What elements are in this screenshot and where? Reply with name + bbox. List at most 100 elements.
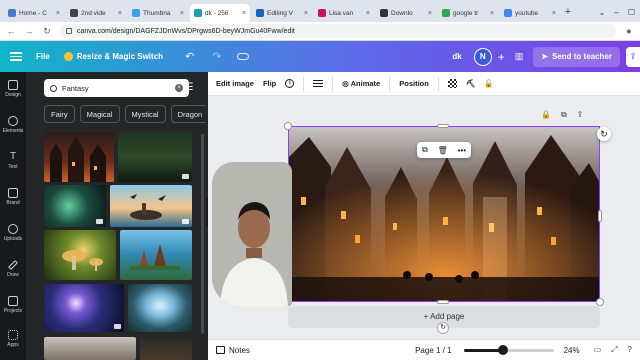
image-thumbnail[interactable]	[44, 230, 116, 280]
more-options-icon[interactable]: •••	[458, 146, 466, 155]
page-indicator[interactable]: Page 1 / 1	[415, 346, 451, 355]
rail-item-brand[interactable]: Brand	[0, 188, 26, 206]
url-input[interactable]: canva.com/design/DAGFZJDnWvs/DPrgws6D-be…	[60, 24, 616, 38]
image-thumbnail[interactable]	[44, 284, 124, 332]
tab-close-icon[interactable]: ×	[428, 10, 432, 17]
chip-magical[interactable]: Magical	[79, 105, 120, 123]
analytics-icon[interactable]: ▥	[515, 51, 524, 62]
resize-handle[interactable]	[284, 122, 292, 130]
browser-tab[interactable]: Downlo ×	[376, 4, 436, 22]
avatar[interactable]: N	[473, 47, 492, 66]
trash-icon[interactable]: 🗑	[438, 146, 448, 155]
browser-tab[interactable]: Home - C ×	[4, 4, 64, 22]
new-tab-button[interactable]: +	[562, 4, 574, 22]
fullscreen-icon[interactable]: ⤢	[611, 345, 617, 355]
position-button[interactable]: Position	[399, 79, 429, 88]
back-arrow-icon[interactable]: ←	[6, 26, 16, 36]
element-float-menu: ⧉ 🗑 •••	[417, 142, 471, 158]
share-page-icon[interactable]: ⇪	[577, 110, 584, 120]
image-thumbnail[interactable]	[140, 337, 192, 360]
chip-dragon[interactable]: Dragon	[170, 105, 206, 123]
animate-button[interactable]: ◎ Animate	[342, 79, 380, 88]
rail-item-draw[interactable]: Draw	[0, 260, 26, 278]
filter-icon[interactable]: ☰	[182, 81, 196, 95]
image-thumbnail[interactable]	[120, 230, 192, 280]
rail-item-elements[interactable]: Elements	[0, 116, 26, 134]
browser-tab[interactable]: youtube ×	[500, 4, 560, 22]
chip-fairy[interactable]: Fairy	[44, 105, 75, 123]
share-icon[interactable]: ⇪	[626, 46, 640, 67]
image-thumbnail[interactable]	[44, 185, 106, 227]
browser-tab[interactable]: 2nd vide ×	[66, 4, 126, 22]
browser-tab[interactable]: Editing V ×	[252, 4, 312, 22]
editor-toolbar: Edit image Flip i ◎ Animate Position ⛏ 🔓	[208, 72, 640, 96]
resize-handle[interactable]	[596, 298, 604, 306]
resize-handle[interactable]	[598, 210, 602, 222]
page-refresh-icon[interactable]: ↻	[437, 322, 449, 334]
file-menu-button[interactable]: File	[36, 52, 50, 61]
border-style-icon[interactable]	[313, 79, 324, 88]
image-thumbnail[interactable]	[44, 337, 136, 360]
rail-item-text[interactable]: T Text	[0, 152, 26, 171]
rail-item-apps[interactable]: Apps	[0, 330, 26, 348]
browser-tab[interactable]: Thumbna ×	[128, 4, 188, 22]
duplicate-page-icon[interactable]: ⧉	[561, 110, 567, 120]
pages-view-icon[interactable]: ▭	[594, 345, 602, 355]
zoom-value[interactable]: 24%	[564, 346, 580, 355]
flip-button[interactable]: Flip	[263, 79, 276, 88]
tab-search-icon[interactable]: ⌄	[599, 8, 606, 17]
tab-close-icon[interactable]: ×	[242, 10, 246, 17]
pen-icon	[8, 260, 18, 270]
minimize-button[interactable]: –	[614, 8, 618, 17]
search-input[interactable]: Fantasy ×	[44, 79, 189, 97]
duplicate-icon[interactable]: ⧉	[422, 145, 428, 155]
panel-scrollbar[interactable]	[201, 134, 204, 334]
zoom-slider-knob[interactable]	[498, 344, 509, 355]
pro-badge-icon	[96, 219, 103, 224]
rotate-handle[interactable]: ↻	[597, 127, 611, 141]
notes-button[interactable]: Notes	[216, 346, 250, 355]
edit-image-button[interactable]: Edit image	[216, 79, 254, 88]
tab-favicon-icon	[8, 9, 16, 17]
tab-close-icon[interactable]: ×	[118, 10, 122, 17]
image-thumbnail[interactable]	[118, 132, 192, 182]
undo-button[interactable]: ↶	[185, 50, 194, 63]
maximize-button[interactable]: ☐	[628, 8, 635, 17]
resize-handle[interactable]	[437, 300, 449, 304]
document-title[interactable]: dk	[452, 52, 461, 61]
chip-mystical[interactable]: Mystical	[124, 105, 166, 123]
menu-icon[interactable]	[10, 52, 22, 61]
resize-magic-switch-button[interactable]: Resize & Magic Switch	[63, 52, 163, 61]
profile-icon[interactable]: ●	[624, 26, 634, 36]
browser-tab[interactable]: dk - 256 ×	[190, 4, 250, 22]
transparency-icon[interactable]	[447, 79, 457, 88]
tab-close-icon[interactable]: ×	[490, 10, 494, 17]
tab-close-icon[interactable]: ×	[304, 10, 308, 17]
send-to-teacher-button[interactable]: ➤ Send to teacher	[533, 46, 620, 67]
tab-close-icon[interactable]: ×	[552, 10, 556, 17]
image-thumbnail[interactable]	[110, 185, 192, 227]
zoom-slider[interactable]	[463, 344, 554, 355]
redo-button[interactable]: ↷	[212, 50, 221, 63]
reload-icon[interactable]: ↻	[42, 26, 52, 37]
site-info-icon[interactable]	[66, 28, 72, 34]
rail-item-design[interactable]: Design	[0, 80, 26, 98]
help-icon[interactable]: ?	[628, 345, 632, 355]
tab-close-icon[interactable]: ×	[56, 10, 60, 17]
image-thumbnail[interactable]	[128, 284, 192, 332]
lock-icon[interactable]: 🔓	[484, 79, 493, 88]
image-thumbnail[interactable]	[44, 132, 114, 182]
info-icon[interactable]: i	[285, 79, 295, 88]
tab-close-icon[interactable]: ×	[180, 10, 184, 17]
rail-item-uploads[interactable]: Uploads	[0, 224, 26, 242]
tab-close-icon[interactable]: ×	[366, 10, 370, 17]
tab-favicon-icon	[70, 9, 78, 17]
add-collaborator-button[interactable]: +	[498, 50, 505, 64]
rail-item-projects[interactable]: Projects	[0, 296, 26, 314]
resize-handle[interactable]	[437, 124, 449, 128]
forward-arrow-icon[interactable]: →	[24, 26, 34, 36]
browser-tab[interactable]: google tr ×	[438, 4, 498, 22]
browser-tab[interactable]: Lisa van ×	[314, 4, 374, 22]
lock-page-icon[interactable]: 🔒	[541, 110, 551, 120]
paint-roller-icon[interactable]: ⛏	[466, 79, 476, 88]
